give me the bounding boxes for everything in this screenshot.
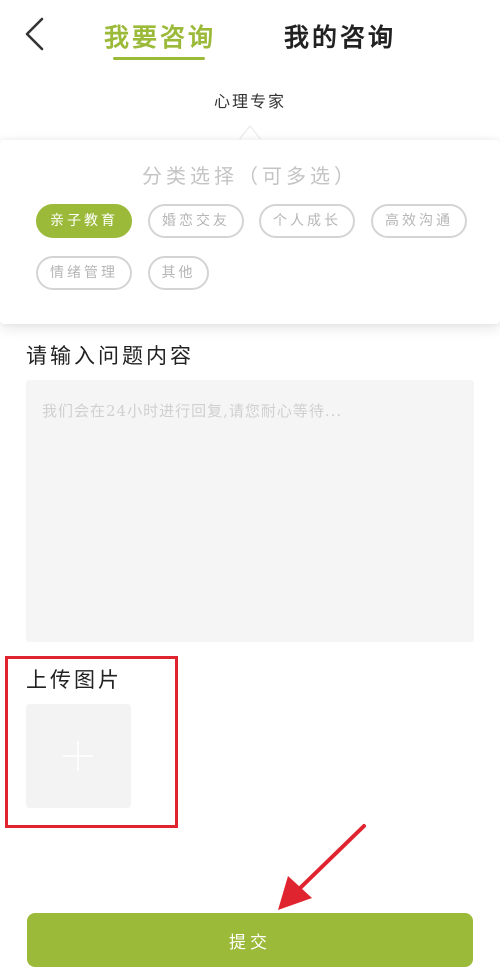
consultation-page: 我要咨询 我的咨询 心理专家 分类选择（可多选） 亲子教育 婚恋交友 个人成长 … — [0, 0, 500, 970]
popup-pointer — [238, 125, 262, 141]
chevron-left-icon — [25, 17, 44, 51]
red-arrow-annotation — [278, 824, 366, 910]
submit-button[interactable]: 提交 — [27, 913, 473, 967]
tab-ask-consultation[interactable]: 我要咨询 — [104, 18, 216, 54]
category-chip-communication[interactable]: 高效沟通 — [371, 204, 467, 238]
tab-my-consultations[interactable]: 我的咨询 — [284, 18, 396, 54]
header: 我要咨询 我的咨询 — [0, 0, 500, 70]
category-chip-parenting[interactable]: 亲子教育 — [36, 204, 132, 238]
category-chip-growth[interactable]: 个人成长 — [259, 204, 355, 238]
question-heading: 请输入问题内容 — [26, 344, 194, 368]
category-title: 分类选择（可多选） — [142, 164, 358, 188]
category-chip-emotion[interactable]: 情绪管理 — [36, 256, 132, 290]
category-chip-dating[interactable]: 婚恋交友 — [148, 204, 244, 238]
highlight-annotation — [5, 656, 178, 828]
category-chip-other[interactable]: 其他 — [148, 256, 209, 290]
expert-type-selector[interactable]: 心理专家 — [0, 88, 500, 112]
back-button[interactable] — [22, 16, 52, 52]
active-tab-indicator — [113, 57, 205, 60]
question-textarea[interactable] — [26, 380, 474, 642]
category-popup: 分类选择（可多选） 亲子教育 婚恋交友 个人成长 高效沟通 情绪管理 其他 — [0, 140, 500, 324]
